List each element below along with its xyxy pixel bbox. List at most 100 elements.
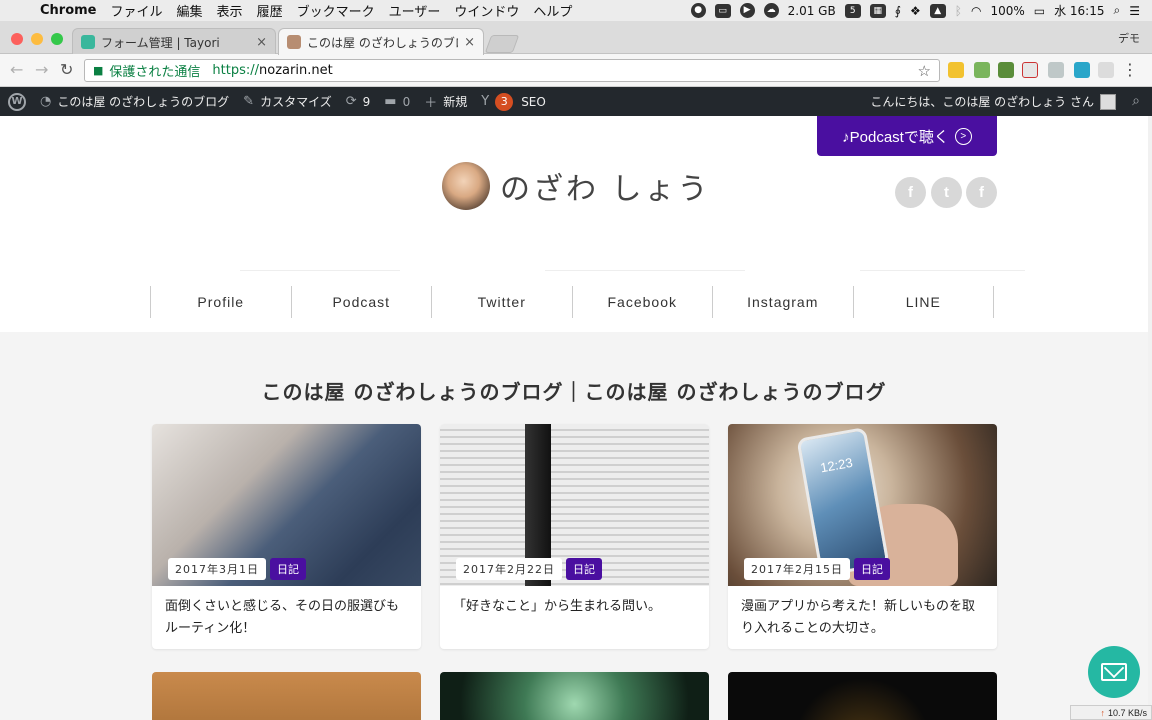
post-category[interactable]: 日記 — [854, 558, 890, 580]
admin-new-content[interactable]: ＋ 新規 — [424, 92, 467, 111]
menu-view[interactable]: 表示 — [217, 1, 243, 20]
close-window-button[interactable] — [11, 33, 23, 45]
minimize-window-button[interactable] — [31, 33, 43, 45]
nav-profile[interactable]: Profile — [150, 286, 291, 318]
tab-strip: フォーム管理 | Tayori × このは屋 のざわしょうのブログ × デモ — [0, 21, 1152, 55]
reload-icon[interactable]: ↻ — [60, 60, 73, 79]
extension-icon[interactable] — [998, 62, 1014, 78]
bluetooth-icon[interactable]: ᛒ — [955, 4, 962, 18]
profile-button[interactable]: デモ — [1118, 30, 1140, 46]
menu-file[interactable]: ファイル — [111, 1, 163, 20]
window-controls — [11, 33, 63, 45]
drive-icon[interactable]: ▲ — [929, 3, 946, 18]
admin-updates[interactable]: ⟳ 9 — [346, 94, 371, 109]
eye-icon[interactable]: ● — [690, 3, 706, 18]
updates-count: 9 — [362, 94, 371, 109]
tab-nozarin[interactable]: このは屋 のざわしょうのブログ × — [278, 28, 484, 55]
phone-clock: 12:23 — [819, 454, 854, 476]
menu-edit[interactable]: 編集 — [177, 1, 203, 20]
post-title[interactable]: 漫画アプリから考えた！新しいものを取り入れることの大切さ。 — [728, 586, 997, 649]
admin-customize[interactable]: ✎ カスタマイズ — [243, 93, 332, 110]
calendar-icon[interactable]: ▦ — [869, 3, 886, 18]
post-card[interactable]: 2017年3月1日 日記 面倒くさいと感じる、その日の服選びもルーティン化！ — [152, 424, 421, 649]
nav-instagram[interactable]: Instagram — [712, 286, 853, 318]
feedly-icon[interactable]: f — [966, 177, 997, 208]
five-icon[interactable]: 5 — [844, 3, 861, 18]
forward-arrow-icon[interactable]: → — [35, 60, 48, 79]
admin-comments[interactable]: ▬ 0 — [384, 94, 410, 109]
battery-percent[interactable]: 100% — [990, 4, 1024, 18]
menu-help[interactable]: ヘルプ — [533, 1, 572, 20]
battery-icon[interactable]: ▭ — [1034, 4, 1045, 18]
comment-icon: ▬ — [384, 94, 397, 109]
nav-divider — [860, 270, 1025, 271]
wordpress-logo-icon[interactable]: W — [8, 92, 26, 111]
podcast-button[interactable]: ♪Podcastで聴く > — [817, 116, 997, 156]
admin-new-label: 新規 — [443, 95, 468, 109]
post-card-partial[interactable] — [152, 672, 421, 720]
net-speed: 10.7 KB/s — [1107, 707, 1147, 718]
close-icon[interactable]: × — [464, 35, 475, 50]
monitor-icon[interactable]: ▭ — [714, 3, 731, 18]
url-host: nozarin.net — [259, 63, 333, 78]
admin-account[interactable]: こんにちは、このは屋 のざわしょう さん — [870, 87, 1116, 116]
nav-twitter[interactable]: Twitter — [431, 286, 572, 318]
play-icon[interactable]: ▶ — [739, 3, 755, 18]
secure-label[interactable]: 保護された通信 — [109, 61, 200, 80]
updates-icon: ⟳ — [345, 94, 357, 109]
search-icon[interactable]: ⌕ — [1132, 93, 1140, 109]
extension-icon[interactable] — [1074, 62, 1090, 78]
contact-mail-button[interactable] — [1088, 646, 1140, 698]
post-card[interactable]: 12:23 2017年2月15日 日記 漫画アプリから考えた！新しいものを取り入… — [728, 424, 997, 649]
menu-window[interactable]: ウインドウ — [454, 1, 519, 20]
cloud-icon[interactable]: ☁ — [763, 3, 779, 18]
extension-icon[interactable] — [948, 62, 964, 78]
close-icon[interactable]: × — [256, 35, 267, 50]
post-title[interactable]: 面倒くさいと感じる、その日の服選びもルーティン化！ — [152, 586, 421, 649]
tab-tayori[interactable]: フォーム管理 | Tayori × — [72, 28, 276, 55]
net-speed-widget: ↑ 10.7 KB/s — [1070, 705, 1152, 720]
extension-icon[interactable] — [974, 62, 990, 78]
script-icon[interactable]: ∮ — [895, 4, 901, 18]
admin-yoast-seo[interactable]: Y 3 SEO — [481, 92, 546, 111]
post-card[interactable]: 2017年2月22日 日記 「好きなこと」から生まれる問い。 — [440, 424, 709, 649]
zoom-window-button[interactable] — [51, 33, 63, 45]
facebook-icon[interactable]: f — [895, 177, 926, 208]
menu-history[interactable]: 履歴 — [257, 1, 283, 20]
page-scrollbar[interactable] — [1148, 116, 1152, 720]
recycle-icon[interactable] — [1098, 62, 1114, 78]
menubar-status-area: ● ▭ ▶ ☁ 2.01 GB 5 ▦ ∮ ❖ ▲ ᛒ ◠ 100% ▭ 水 1… — [690, 0, 1152, 21]
notification-center-icon[interactable]: ☰ — [1129, 4, 1140, 18]
yoast-badge: 3 — [495, 92, 514, 111]
post-card-partial[interactable] — [440, 672, 709, 720]
site-logo[interactable]: のざわ しょう — [442, 162, 711, 210]
post-category[interactable]: 日記 — [270, 558, 306, 580]
post-card-partial[interactable] — [728, 672, 997, 720]
extension-icon[interactable] — [1048, 62, 1064, 78]
menu-app-chrome[interactable]: Chrome — [40, 3, 97, 18]
nav-facebook[interactable]: Facebook — [571, 286, 713, 318]
nav-podcast[interactable]: Podcast — [290, 286, 432, 318]
upload-arrow-icon: ↑ — [1100, 707, 1105, 718]
post-title[interactable]: 「好きなこと」から生まれる問い。 — [440, 586, 709, 628]
extension-icon[interactable] — [1022, 62, 1038, 78]
dropbox-icon[interactable]: ❖ — [910, 4, 921, 18]
address-bar[interactable]: ■ 保護された通信 https://nozarin.net ☆ — [84, 59, 940, 82]
wifi-icon[interactable]: ◠ — [971, 4, 981, 18]
nav-line[interactable]: LINE — [852, 286, 994, 318]
bookmark-star-icon[interactable]: ☆ — [918, 62, 931, 80]
clock[interactable]: 水 16:15 — [1054, 2, 1104, 19]
yoast-icon: Y — [481, 94, 490, 109]
new-tab-button[interactable] — [484, 35, 520, 53]
menu-bookmarks[interactable]: ブックマーク — [297, 1, 375, 20]
menu-people[interactable]: ユーザー — [389, 1, 441, 20]
memory-readout[interactable]: 2.01 GB — [788, 4, 836, 18]
spotlight-icon[interactable]: ⌕ — [1114, 3, 1121, 18]
admin-site-name[interactable]: ◔ このは屋 のざわしょうのブログ — [40, 93, 229, 110]
twitter-icon[interactable]: t — [931, 177, 962, 208]
envelope-icon — [1101, 663, 1127, 681]
avatar — [1100, 93, 1116, 110]
post-category[interactable]: 日記 — [566, 558, 602, 580]
back-arrow-icon[interactable]: ← — [10, 60, 23, 79]
chrome-menu-icon[interactable]: ⋮ — [1122, 60, 1138, 79]
